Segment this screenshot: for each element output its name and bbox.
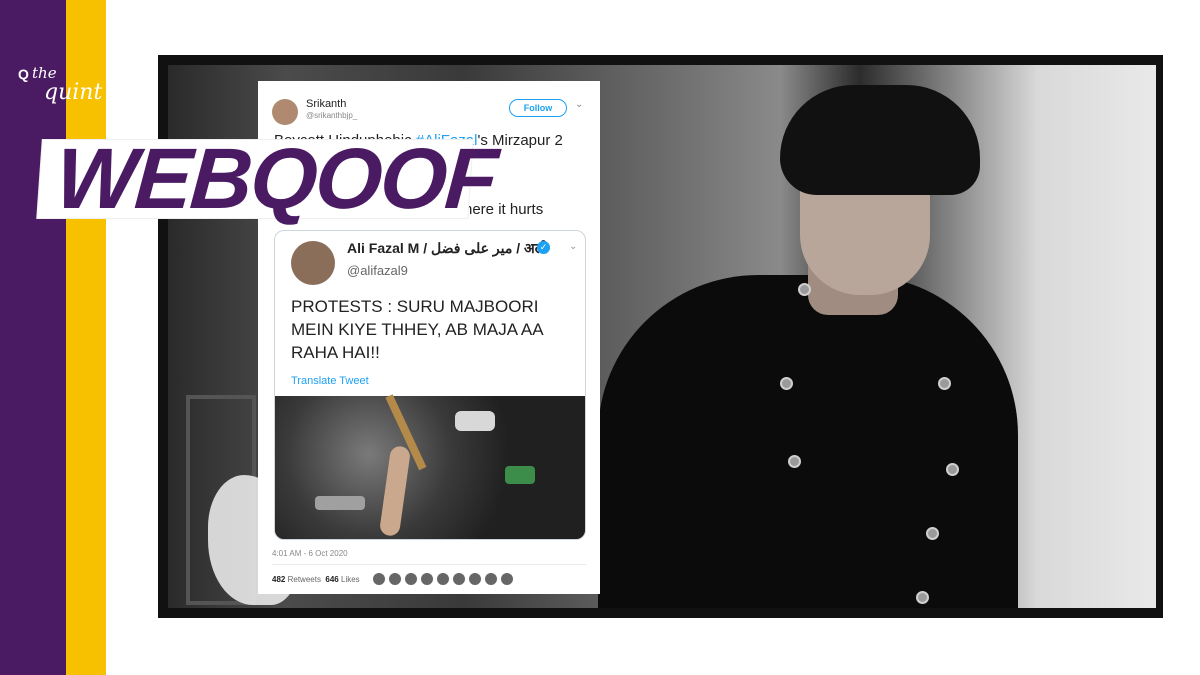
coat-button — [916, 591, 929, 604]
retweet-count[interactable]: 482 — [272, 575, 285, 584]
quoted-author-name[interactable]: Ali Fazal M / میر علی فضل / अली — [347, 239, 548, 258]
avatar[interactable] — [484, 572, 498, 586]
liker-avatars — [372, 572, 516, 586]
garbage — [505, 466, 535, 484]
the-quint-logo: Q the quint — [18, 64, 102, 108]
divider — [272, 564, 586, 565]
like-count[interactable]: 646 — [325, 575, 338, 584]
webqoof-banner: WEBQOOF — [37, 131, 499, 227]
chevron-down-icon[interactable]: ⌄ — [575, 99, 583, 110]
hand — [378, 445, 412, 537]
retweet-label: Retweets — [287, 575, 321, 584]
quoted-tweet[interactable]: Ali Fazal M / میر علی فضل / अली ✓ ⌄ @ali… — [274, 230, 586, 540]
garbage — [315, 496, 365, 510]
quoted-tweet-text: PROTESTS : SURU MAJBOORI MEIN KIYE THHEY… — [291, 297, 543, 362]
avatar[interactable] — [388, 572, 402, 586]
chevron-down-icon[interactable]: ⌄ — [569, 241, 577, 252]
coat-button — [780, 377, 793, 390]
tweet-stats: 482 Retweets 646 Likes — [272, 575, 360, 584]
avatar[interactable] — [468, 572, 482, 586]
quoted-author-handle[interactable]: @alifazal9 — [347, 263, 408, 278]
coat-button — [946, 463, 959, 476]
avatar[interactable] — [436, 572, 450, 586]
black-coat — [598, 275, 1018, 608]
translate-tweet-link[interactable]: Translate Tweet — [291, 375, 369, 387]
garbage — [455, 411, 495, 431]
like-label: Likes — [341, 575, 360, 584]
tweet-timestamp[interactable]: 4:01 AM - 6 Oct 2020 — [272, 549, 348, 558]
quint-q-icon: Q — [18, 66, 29, 82]
avatar[interactable] — [272, 99, 298, 125]
hair — [780, 85, 980, 195]
avatar[interactable] — [291, 241, 335, 285]
logo-word-quint: quint — [44, 80, 103, 105]
webqoof-label: WEBQOOF — [52, 131, 500, 227]
avatar[interactable] — [420, 572, 434, 586]
avatar[interactable] — [500, 572, 514, 586]
avatar[interactable] — [452, 572, 466, 586]
verified-badge-icon: ✓ — [537, 241, 550, 254]
coat-button — [798, 283, 811, 296]
avatar[interactable] — [404, 572, 418, 586]
tweet-author-name[interactable]: Srikanth — [306, 98, 346, 110]
coat-button — [926, 527, 939, 540]
avatar[interactable] — [372, 572, 386, 586]
tweet-author-handle[interactable]: @srikanthbjp_ — [306, 111, 357, 120]
follow-button[interactable]: Follow — [509, 99, 567, 117]
quoted-tweet-image[interactable] — [275, 394, 585, 539]
coat-button — [788, 455, 801, 468]
coat-button — [938, 377, 951, 390]
